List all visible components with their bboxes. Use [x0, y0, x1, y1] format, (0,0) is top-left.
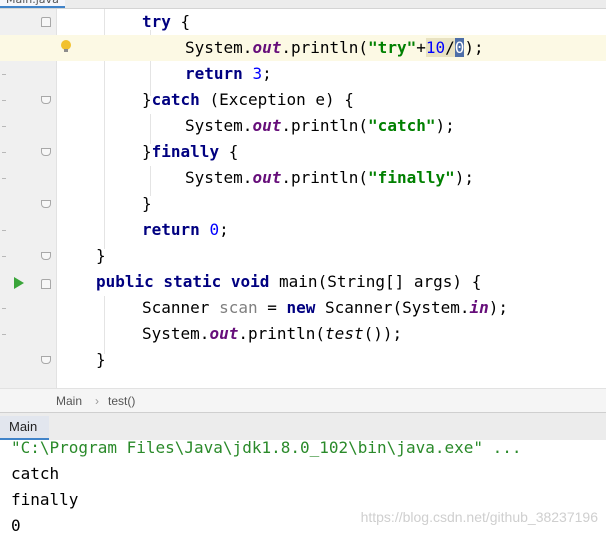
keyword: catch [151, 90, 200, 109]
string-literal: "try" [368, 38, 417, 57]
code-token: .println( [281, 116, 369, 135]
code-text: } [96, 350, 106, 369]
code-token: } [142, 142, 152, 161]
watermark: https://blog.csdn.net/github_38237196 [360, 509, 598, 525]
code-token: Scanner [142, 298, 220, 317]
code-text: public static void main(String[] args) { [96, 269, 481, 295]
console-output-line: finally [11, 490, 79, 509]
keyword: finally [151, 142, 220, 161]
code-token: ); [435, 116, 455, 135]
code-token: ; [262, 64, 272, 83]
code-line[interactable]: System.out.println("catch"); [0, 113, 606, 139]
code-token: System. [185, 116, 253, 135]
code-token: { [219, 142, 239, 161]
code-text: System.out.println("try"+10/0); [185, 35, 484, 61]
code-line[interactable]: } [0, 191, 606, 217]
method-call: test [325, 324, 364, 343]
code-line[interactable]: try { [0, 9, 606, 35]
code-line[interactable]: return 0; [0, 217, 606, 243]
code-token: ); [488, 298, 509, 317]
code-token: (Exception e) { [199, 90, 354, 109]
code-line[interactable]: } [0, 347, 606, 373]
code-line[interactable]: } [0, 243, 606, 269]
code-token: ); [464, 38, 484, 57]
static-field: out [252, 38, 282, 57]
code-token: ; [219, 220, 229, 239]
code-text: try { [142, 9, 190, 35]
code-text: }catch (Exception e) { [142, 87, 354, 113]
console-output-line: catch [11, 464, 60, 483]
code-token: ()); [363, 324, 403, 343]
code-text: System.out.println("catch"); [185, 113, 455, 139]
code-token: System. [185, 38, 253, 57]
string-literal: "finally" [368, 168, 455, 187]
code-line[interactable]: Scanner scan = new Scanner(System.in); [0, 295, 606, 321]
breadcrumb-separator-icon: › [95, 394, 99, 408]
code-line[interactable]: System.out.println("finally"); [0, 165, 606, 191]
code-line[interactable]: return 3; [0, 61, 606, 87]
code-text: } [96, 246, 106, 265]
breadcrumb-item-method[interactable]: test() [108, 394, 135, 408]
code-text: System.out.println(test()); [142, 321, 402, 347]
code-text: } [142, 194, 152, 213]
static-field: in [469, 298, 489, 317]
code-token: Scanner(System. [325, 298, 470, 317]
static-field: out [252, 116, 282, 135]
code-token: { [170, 12, 191, 31]
code-token: System. [185, 168, 253, 187]
code-token: main(String[] args) { [279, 272, 482, 291]
editor-tab-main-java[interactable]: Main.java [0, 0, 65, 8]
code-line[interactable]: }catch (Exception e) { [0, 87, 606, 113]
selected-token: 0 [454, 38, 465, 57]
code-text: System.out.println("finally"); [185, 165, 474, 191]
code-token: System. [142, 324, 210, 343]
breadcrumb-item-class[interactable]: Main [56, 394, 82, 408]
keyword: public static void [96, 272, 280, 291]
breadcrumb: Main › test() [0, 388, 606, 413]
code-token: ); [454, 168, 475, 187]
number-literal-highlighted: 10 [425, 38, 446, 57]
run-gutter-icon[interactable] [14, 277, 24, 289]
code-token: = [257, 298, 287, 317]
intention-bulb-base [64, 49, 68, 52]
code-token: + [416, 38, 426, 57]
console-command-line: "C:\Program Files\Java\jdk1.8.0_102\bin\… [11, 438, 522, 457]
code-line[interactable]: }finally { [0, 139, 606, 165]
code-text: Scanner scan = new Scanner(System.in); [142, 295, 508, 321]
code-line[interactable]: public static void main(String[] args) { [0, 269, 606, 295]
code-text: }finally { [142, 139, 238, 165]
string-literal: "catch" [368, 116, 436, 135]
static-field: out [252, 168, 282, 187]
keyword: try [142, 12, 171, 31]
static-field: out [209, 324, 239, 343]
editor-tab-strip: Main.java [0, 0, 606, 9]
code-token: .println( [281, 168, 369, 187]
console-output-line: 0 [11, 516, 21, 535]
number-literal: 0 [209, 220, 220, 239]
number-literal: 3 [252, 64, 263, 83]
code-line-current[interactable]: System.out.println("try"+10/0); [0, 35, 606, 61]
code-token-highlighted: / [445, 38, 455, 57]
code-text: return 0; [142, 217, 229, 243]
code-token: } [142, 90, 152, 109]
code-editor[interactable]: Main.java try { System.out.println("try"… [0, 0, 606, 388]
keyword: return [142, 220, 210, 239]
keyword: return [185, 64, 253, 83]
code-line[interactable]: System.out.println(test()); [0, 321, 606, 347]
unused-variable: scan [219, 298, 258, 317]
code-text: return 3; [185, 61, 272, 87]
code-token: .println( [238, 324, 326, 343]
code-token: .println( [281, 38, 369, 57]
keyword: new [286, 298, 326, 317]
